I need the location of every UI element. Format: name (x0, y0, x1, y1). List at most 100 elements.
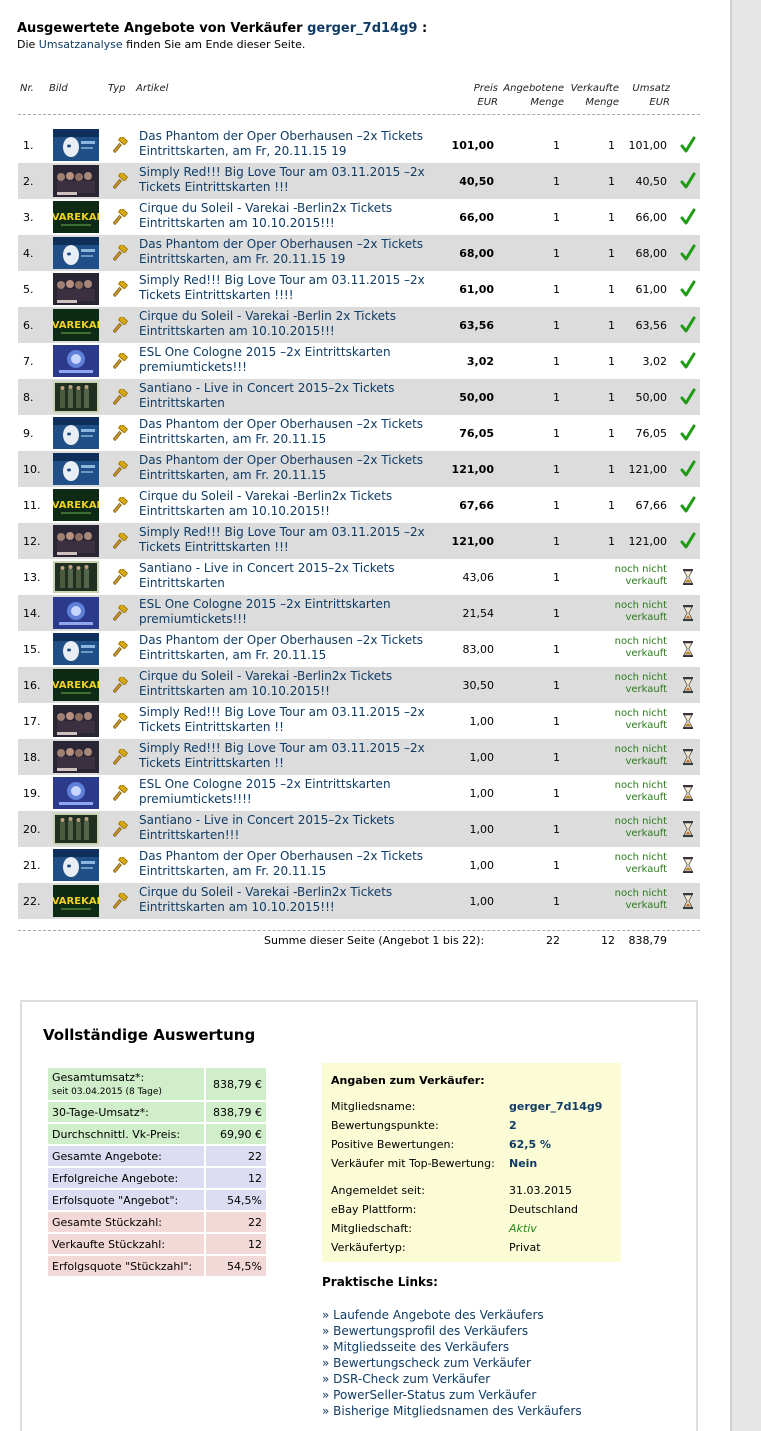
item-thumbnail[interactable]: VAREKAI (52, 309, 100, 341)
row-number: 15. (23, 643, 41, 656)
table-row: 5. Simply Red!!! Big Love Tour am 03.11.2… (18, 271, 700, 307)
item-qty: 1 (553, 751, 560, 764)
item-qty: 1 (553, 823, 560, 836)
item-thumbnail[interactable] (53, 561, 99, 593)
item-title-link[interactable]: Das Phantom der Oper Oberhausen –2x Tick… (139, 129, 449, 159)
stat-label: Gesamte Angebote: (48, 1146, 204, 1166)
stat-value: 838,79 € (206, 1068, 266, 1100)
item-title-link[interactable]: Cirque du Soleil - Varekai -Berlin2x Tic… (139, 885, 449, 915)
svg-text:VAREKAI: VAREKAI (53, 896, 99, 907)
item-title-link[interactable]: Simply Red!!! Big Love Tour am 03.11.201… (139, 705, 449, 735)
auction-hammer-icon (112, 820, 129, 838)
item-thumbnail[interactable] (53, 345, 99, 377)
item-title-link[interactable]: Santiano - Live in Concert 2015–2x Ticke… (139, 813, 449, 843)
item-thumbnail[interactable]: VAREKAI (52, 885, 100, 917)
item-title-link[interactable]: Simply Red!!! Big Love Tour am 03.11.201… (139, 165, 449, 195)
table-row: 21. Das Phantom der Oper Oberhausen –2x T… (18, 847, 700, 883)
row-number: 21. (23, 859, 41, 872)
item-thumbnail[interactable] (53, 417, 99, 449)
item-title-link[interactable]: Das Phantom der Oper Oberhausen –2x Tick… (139, 417, 449, 447)
item-title-link[interactable]: Cirque du Soleil - Varekai -Berlin2x Tic… (139, 489, 449, 519)
hourglass-icon (680, 892, 696, 910)
practical-link[interactable]: » PowerSeller-Status zum Verkäufer (322, 1388, 536, 1402)
row-number: 6. (23, 319, 34, 332)
stat-row: Erfolgreiche Angebote: 12 (48, 1168, 266, 1188)
table-row: 8. Santiano - Live in Concert 2015–2x Tic… (18, 379, 700, 415)
table-row: 20. Santiano - Live in Concert 2015–2x Ti… (18, 811, 700, 847)
col-artikel: Artikel (136, 83, 169, 94)
item-title-link[interactable]: Das Phantom der Oper Oberhausen –2x Tick… (139, 237, 449, 267)
practical-link[interactable]: » DSR-Check zum Verkäufer (322, 1372, 490, 1386)
item-thumbnail[interactable]: VAREKAI (52, 489, 100, 521)
practical-link[interactable]: » Bewertungscheck zum Verkäufer (322, 1356, 531, 1370)
practical-link[interactable]: » Mitgliedsseite des Verkäufers (322, 1340, 509, 1354)
stat-value: 22 (206, 1146, 266, 1166)
auction-hammer-icon (112, 640, 129, 658)
seller-field-value: Privat (509, 1241, 541, 1254)
item-title-link[interactable]: Cirque du Soleil - Varekai -Berlin 2x Ti… (139, 309, 449, 339)
stat-label: Verkaufte Stückzahl: (48, 1234, 204, 1254)
item-qty: 1 (553, 319, 560, 332)
seller-field-label: Verkäufer mit Top-Bewertung: (331, 1157, 495, 1170)
table-row: 13. Santiano - Live in Concert 2015–2x Ti… (18, 559, 700, 595)
item-thumbnail[interactable] (53, 237, 99, 269)
hourglass-icon (680, 604, 696, 622)
item-qty: 1 (553, 535, 560, 548)
umsatzanalyse-link[interactable]: Umsatzanalyse (39, 38, 123, 51)
item-thumbnail[interactable] (53, 813, 99, 845)
item-thumbnail[interactable] (53, 777, 99, 809)
item-title-link[interactable]: Simply Red!!! Big Love Tour am 03.11.201… (139, 741, 449, 771)
sold-check-icon (680, 316, 696, 334)
item-title-link[interactable]: Das Phantom der Oper Oberhausen –2x Tick… (139, 849, 449, 879)
item-thumbnail[interactable] (53, 849, 99, 881)
not-sold-label: noch nicht verkauft (614, 600, 667, 623)
item-thumbnail[interactable] (53, 381, 99, 413)
auction-hammer-icon (112, 316, 129, 334)
item-thumbnail[interactable] (53, 705, 99, 737)
item-title-link[interactable]: ESL One Cologne 2015 –2x Eintrittskarten… (139, 777, 449, 807)
item-title-link[interactable]: Das Phantom der Oper Oberhausen –2x Tick… (139, 633, 449, 663)
practical-link[interactable]: » Bisherige Mitgliedsnamen des Verkäufer… (322, 1404, 582, 1418)
col-angebotene: Angebotene Menge (503, 83, 564, 108)
seller-link[interactable]: gerger_7d14g9 (307, 21, 417, 36)
item-qty: 1 (553, 571, 560, 584)
item-thumbnail[interactable] (53, 453, 99, 485)
item-thumbnail[interactable] (53, 741, 99, 773)
item-title-link[interactable]: Simply Red!!! Big Love Tour am 03.11.201… (139, 525, 449, 555)
stat-value: 69,90 € (206, 1124, 266, 1144)
item-title-link[interactable]: ESL One Cologne 2015 –2x Eintrittskarten… (139, 345, 449, 375)
not-sold-label: noch nicht verkauft (614, 708, 667, 731)
row-number: 12. (23, 535, 41, 548)
practical-link[interactable]: » Bewertungsprofil des Verkäufers (322, 1324, 528, 1338)
item-title-link[interactable]: Cirque du Soleil - Varekai -Berlin2x Tic… (139, 669, 449, 699)
item-title-link[interactable]: Santiano - Live in Concert 2015–2x Ticke… (139, 381, 449, 411)
item-thumbnail[interactable] (53, 165, 99, 197)
stat-value: 22 (206, 1212, 266, 1232)
sold-check-icon (680, 172, 696, 190)
item-title-link[interactable]: ESL One Cologne 2015 –2x Eintrittskarten… (139, 597, 449, 627)
item-price: 1,00 (469, 751, 495, 764)
page-scrollbar-area[interactable] (730, 0, 761, 1431)
item-title-link[interactable]: Das Phantom der Oper Oberhausen –2x Tick… (139, 453, 449, 483)
item-thumbnail[interactable] (53, 525, 99, 557)
svg-text:VAREKAI: VAREKAI (53, 680, 99, 691)
row-number: 22. (23, 895, 41, 908)
item-title-link[interactable]: Cirque du Soleil - Varekai -Berlin2x Tic… (139, 201, 449, 231)
item-thumbnail[interactable] (53, 597, 99, 629)
item-price: 30,50 (462, 679, 495, 692)
item-thumbnail[interactable]: VAREKAI (52, 669, 100, 701)
stat-label: 30-Tage-Umsatz*: (48, 1102, 204, 1122)
item-thumbnail[interactable] (53, 633, 99, 665)
col-verkaufte: Verkaufte Menge (570, 83, 619, 108)
practical-link[interactable]: » Laufende Angebote des Verkäufers (322, 1308, 544, 1322)
col-bild: Bild (49, 83, 68, 94)
item-thumbnail[interactable] (53, 129, 99, 161)
item-thumbnail[interactable] (53, 273, 99, 305)
item-title-link[interactable]: Santiano - Live in Concert 2015–2x Ticke… (139, 561, 449, 591)
item-thumbnail[interactable]: VAREKAI (52, 201, 100, 233)
item-title-link[interactable]: Simply Red!!! Big Love Tour am 03.11.201… (139, 273, 449, 303)
sum-qty: 22 (546, 934, 560, 947)
auswertung-panel: Vollständige Auswertung Gesamtumsatz*: se… (20, 1000, 698, 1431)
row-number: 20. (23, 823, 41, 836)
item-umsatz: 40,50 (635, 175, 668, 188)
